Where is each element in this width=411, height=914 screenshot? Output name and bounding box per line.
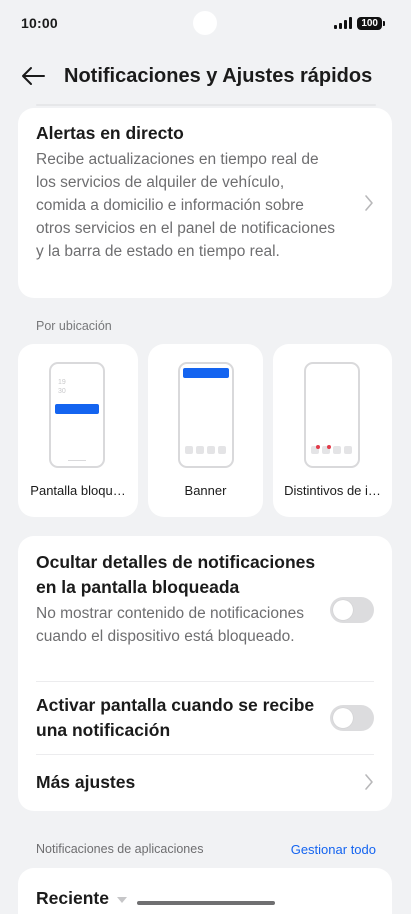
lockscreen-settings-card: Ocultar detalles de notificaciones en la… bbox=[18, 536, 392, 811]
position-section-label: Por ubicación bbox=[36, 319, 112, 333]
recent-apps-card: Reciente bbox=[18, 868, 392, 914]
chevron-right-icon bbox=[365, 774, 373, 790]
wake-screen-toggle[interactable] bbox=[330, 705, 374, 731]
preview-dock bbox=[311, 445, 352, 454]
live-alerts-description: Recibe actualizaciones en tiempo real de… bbox=[36, 151, 335, 260]
status-time: 10:00 bbox=[21, 15, 58, 31]
position-label: Banner bbox=[184, 483, 227, 498]
live-alerts-row[interactable]: Alertas en directo Recibe actualizacione… bbox=[18, 108, 392, 298]
position-option-badges[interactable]: Distintivos de i… bbox=[273, 344, 392, 517]
lockscreen-preview: 19 30 bbox=[49, 362, 105, 468]
hide-details-description: No mostrar contenido de notificaciones c… bbox=[36, 605, 304, 645]
position-label: Pantalla bloqu… bbox=[30, 483, 126, 498]
toggle-knob bbox=[333, 600, 353, 620]
camera-cutout bbox=[193, 11, 217, 35]
chevron-right-icon bbox=[365, 195, 373, 211]
scroll-edge bbox=[36, 104, 376, 106]
manage-all-link[interactable]: Gestionar todo bbox=[291, 842, 376, 857]
position-option-lockscreen[interactable]: 19 30 Pantalla bloqu… bbox=[18, 344, 138, 517]
badges-preview bbox=[304, 362, 360, 468]
app-header: Notificaciones y Ajustes rápidos bbox=[0, 56, 411, 96]
position-label: Distintivos de i… bbox=[284, 483, 381, 498]
battery-icon: 100 bbox=[357, 16, 385, 30]
more-settings-row[interactable]: Más ajustes bbox=[36, 772, 135, 793]
wake-screen-title: Activar pantalla cuando se recibe una no… bbox=[36, 695, 315, 740]
banner-preview bbox=[178, 362, 234, 468]
app-notifications-header: Notificaciones de aplicaciones Gestionar… bbox=[36, 842, 376, 857]
signal-icon bbox=[334, 17, 353, 29]
position-option-banner[interactable]: Banner bbox=[148, 344, 263, 517]
preview-dock bbox=[185, 446, 226, 454]
toggle-knob bbox=[333, 708, 353, 728]
back-button[interactable] bbox=[0, 56, 64, 96]
badge-dot bbox=[327, 445, 331, 449]
live-alerts-title: Alertas en directo bbox=[36, 123, 184, 143]
page-title: Notificaciones y Ajustes rápidos bbox=[64, 64, 373, 87]
hide-details-toggle[interactable] bbox=[330, 597, 374, 623]
notification-bar bbox=[55, 404, 99, 414]
sort-label: Reciente bbox=[36, 888, 109, 908]
app-notifications-label: Notificaciones de aplicaciones bbox=[36, 842, 204, 856]
home-indicator[interactable] bbox=[137, 901, 275, 905]
back-arrow-icon bbox=[22, 67, 45, 85]
preview-clock: 19 30 bbox=[58, 379, 66, 395]
preview-home-line bbox=[68, 459, 86, 461]
status-icons: 100 bbox=[334, 16, 385, 30]
hide-details-title: Ocultar detalles de notificaciones en la… bbox=[36, 552, 316, 597]
notification-bar bbox=[183, 368, 229, 378]
divider bbox=[36, 681, 374, 682]
caret-down-icon bbox=[116, 896, 127, 903]
sort-dropdown[interactable]: Reciente bbox=[36, 888, 127, 909]
badge-dot bbox=[316, 445, 320, 449]
divider bbox=[36, 754, 374, 755]
